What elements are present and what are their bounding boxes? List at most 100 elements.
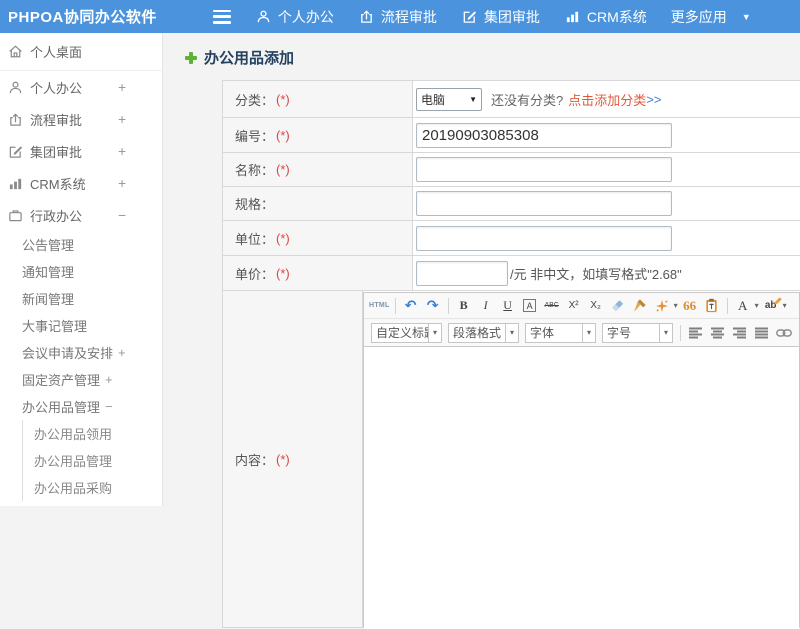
- sidebar-item-notices[interactable]: 通知管理: [0, 258, 162, 285]
- nav-more-apps[interactable]: 更多应用 ▼: [671, 7, 751, 27]
- align-right-icon[interactable]: [730, 323, 750, 343]
- add-category-link[interactable]: 点击添加分类: [568, 90, 646, 109]
- nav-label: 个人办公: [278, 7, 334, 27]
- html-source-button[interactable]: HTML: [369, 296, 390, 316]
- nav-label: 更多应用: [671, 7, 727, 27]
- bold-button[interactable]: B: [454, 296, 474, 316]
- sidebar-item-label: 会议申请及安排: [22, 343, 113, 362]
- nav-personal-office[interactable]: 个人办公: [256, 7, 334, 27]
- sidebar-item-fixed-assets[interactable]: 固定资产管理 +: [0, 366, 162, 393]
- user-icon: [8, 80, 23, 95]
- sidebar-item-office-supplies[interactable]: 办公用品管理 −: [0, 393, 162, 420]
- autotypeset-icon[interactable]: [652, 296, 672, 316]
- expand-plus[interactable]: +: [118, 111, 126, 127]
- form-row-category: 分类： (*) 电脑 ▼ 还没有分类? 点击添加分类 >>: [223, 81, 800, 118]
- top-navbar: PHPOA协同办公软件 个人办公 流程审批 集团审批 CRM系统 更多应用 ▼: [0, 0, 800, 33]
- undo-button[interactable]: ↶: [401, 296, 421, 316]
- font-size-dropdown[interactable]: 字号 ▾: [602, 323, 673, 343]
- add-category-arrows[interactable]: >>: [646, 92, 661, 107]
- nav-group-approval[interactable]: 集团审批: [462, 7, 540, 27]
- sidebar-item-label: 办公用品管理: [22, 397, 100, 416]
- nav-process-approval[interactable]: 流程审批: [359, 7, 437, 27]
- sidebar-item-supplies-manage[interactable]: 办公用品管理: [23, 447, 162, 474]
- editor-content-area[interactable]: [364, 347, 799, 629]
- expand-plus[interactable]: +: [105, 372, 113, 387]
- blockquote-button[interactable]: 66: [680, 296, 700, 316]
- sidebar-item-label: 办公用品领用: [34, 424, 112, 443]
- sidebar-item-label: 公告管理: [22, 235, 74, 254]
- sidebar-item-announcements[interactable]: 公告管理: [0, 231, 162, 258]
- redo-button[interactable]: ↷: [423, 296, 443, 316]
- italic-button[interactable]: I: [476, 296, 496, 316]
- sidebar-item-label: 新闻管理: [22, 289, 74, 308]
- no-category-hint: 还没有分类?: [491, 90, 563, 109]
- sidebar-item-news[interactable]: 新闻管理: [0, 285, 162, 312]
- font-family-dropdown[interactable]: 字体 ▾: [525, 323, 596, 343]
- edit-icon: [462, 9, 478, 25]
- nav-label: 集团审批: [484, 7, 540, 27]
- main-content: 办公用品添加 分类： (*) 电脑 ▼ 还没有分类? 点击添加分类 >> 编号：…: [164, 33, 800, 506]
- page-title: 办公用品添加: [185, 47, 294, 68]
- unit-value-cell: [413, 221, 800, 255]
- sidebar-item-process-approval[interactable]: 流程审批 +: [0, 103, 162, 135]
- collapse-minus[interactable]: −: [118, 207, 126, 223]
- superscript-button[interactable]: X²: [564, 296, 584, 316]
- sidebar-item-group-approval[interactable]: 集团审批 +: [0, 135, 162, 167]
- nav-label: 流程审批: [381, 7, 437, 27]
- sidebar-item-supplies-request[interactable]: 办公用品领用: [23, 420, 162, 447]
- editor-toolbar-row1: HTML ↶ ↷ B I U A ABC X² X₂: [364, 293, 799, 319]
- highlight-color-button[interactable]: ab: [761, 296, 781, 316]
- sidebar-item-events[interactable]: 大事记管理: [0, 312, 162, 339]
- sidebar-item-supplies-purchase[interactable]: 办公用品采购: [23, 474, 162, 501]
- form-row-price: 单价： (*) /元 非中文，如填写格式"2.68": [223, 256, 800, 291]
- sidebar-item-meetings[interactable]: 会议申请及安排 +: [0, 339, 162, 366]
- underline-button[interactable]: U: [498, 296, 518, 316]
- font-color-button[interactable]: A: [733, 296, 753, 316]
- expand-plus[interactable]: +: [118, 345, 126, 360]
- caret-down-icon[interactable]: ▾: [755, 301, 759, 310]
- expand-plus[interactable]: +: [118, 175, 126, 191]
- sidebar-item-admin-office[interactable]: 行政办公 −: [0, 199, 162, 231]
- caret-down-icon[interactable]: ▾: [783, 301, 787, 310]
- sidebar-item-personal-office[interactable]: 个人办公 +: [0, 71, 162, 103]
- eraser-icon[interactable]: [608, 296, 628, 316]
- chart-icon: [8, 176, 23, 191]
- sidebar-item-desktop[interactable]: 个人桌面: [0, 33, 162, 71]
- collapse-minus[interactable]: −: [105, 399, 113, 414]
- supplies-add-form: 分类： (*) 电脑 ▼ 还没有分类? 点击添加分类 >> 编号： (*): [222, 80, 800, 628]
- format-brush-icon[interactable]: [630, 296, 650, 316]
- price-input[interactable]: [416, 261, 508, 286]
- sidebar-item-label: 通知管理: [22, 262, 74, 281]
- subscript-button[interactable]: X₂: [586, 296, 606, 316]
- app-logo[interactable]: PHPOA协同办公软件: [8, 6, 157, 27]
- required-mark: (*): [276, 128, 290, 143]
- char-border-button[interactable]: A: [523, 299, 536, 312]
- expand-plus[interactable]: +: [118, 79, 126, 95]
- category-select[interactable]: 电脑 ▼: [416, 88, 482, 111]
- add-plus-icon: [185, 52, 197, 64]
- nav-crm-system[interactable]: CRM系统: [565, 7, 647, 27]
- required-mark: (*): [276, 92, 290, 107]
- name-input[interactable]: [416, 157, 672, 182]
- align-center-icon[interactable]: [708, 323, 728, 343]
- hamburger-menu-icon[interactable]: [213, 10, 231, 24]
- form-row-unit: 单位： (*): [223, 221, 800, 256]
- caret-down-icon[interactable]: ▾: [674, 301, 678, 310]
- sidebar-item-label: 大事记管理: [22, 316, 87, 335]
- category-value-cell: 电脑 ▼ 还没有分类? 点击添加分类 >>: [413, 81, 800, 117]
- paste-word-icon[interactable]: [702, 296, 722, 316]
- align-left-icon[interactable]: [686, 323, 706, 343]
- code-input[interactable]: [416, 123, 672, 148]
- expand-plus[interactable]: +: [118, 143, 126, 159]
- price-format-hint: /元 非中文，如填写格式"2.68": [510, 264, 682, 283]
- link-icon[interactable]: [774, 323, 794, 343]
- paragraph-format-dropdown[interactable]: 段落格式 ▾: [448, 323, 519, 343]
- rich-text-editor: HTML ↶ ↷ B I U A ABC X² X₂: [363, 292, 800, 627]
- custom-title-dropdown[interactable]: 自定义标题 ▾: [371, 323, 442, 343]
- align-justify-icon[interactable]: [752, 323, 772, 343]
- sidebar-item-crm[interactable]: CRM系统 +: [0, 167, 162, 199]
- strikethrough-button[interactable]: ABC: [542, 296, 562, 316]
- spec-input[interactable]: [416, 191, 672, 216]
- unit-input[interactable]: [416, 226, 672, 251]
- spec-label: 规格：: [223, 187, 413, 220]
